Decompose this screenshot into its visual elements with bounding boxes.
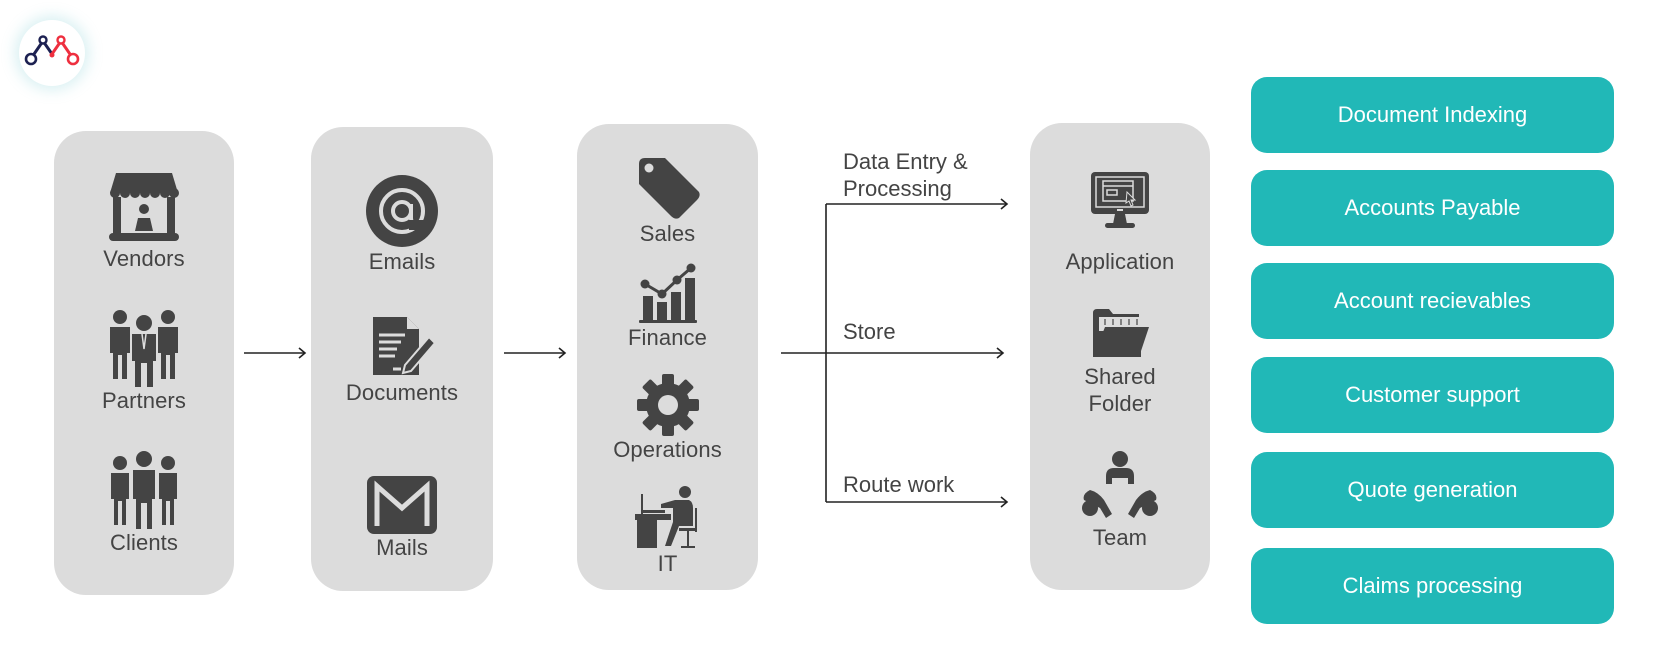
node-application[interactable]: Application	[1030, 172, 1210, 275]
service-claims-processing[interactable]: Claims processing	[1251, 548, 1614, 624]
flow-label-route-work: Route work	[843, 472, 955, 497]
arrow-departments-to-store	[781, 347, 1005, 359]
flow-label-line: Processing	[843, 176, 952, 201]
team-meeting-icon	[1082, 451, 1158, 518]
arrow-channels-to-departments	[504, 347, 567, 359]
node-team[interactable]: Team	[1030, 450, 1210, 551]
service-document-indexing[interactable]: Document Indexing	[1251, 77, 1614, 153]
monitor-app-icon	[1091, 172, 1149, 228]
service-quote-generation[interactable]: Quote generation	[1251, 452, 1614, 528]
service-account-receivables[interactable]: Account recievables	[1251, 263, 1614, 339]
flow-label-line: Data Entry &	[843, 149, 968, 174]
node-label: Application	[1065, 249, 1175, 274]
node-shared-folder[interactable]: Shared Folder	[1030, 309, 1210, 417]
arrow-route-work	[826, 496, 1009, 508]
node-label: Shared	[1084, 364, 1156, 389]
flow-label-store: Store	[843, 319, 896, 344]
service-customer-support[interactable]: Customer support	[1251, 357, 1614, 433]
arrow-sources-to-channels	[244, 347, 307, 359]
folder-open-icon	[1093, 309, 1149, 357]
destinations-panel: Application Shared Folder Team	[1030, 123, 1210, 590]
service-accounts-payable[interactable]: Accounts Payable	[1251, 170, 1614, 246]
node-label: Folder	[1088, 391, 1152, 416]
node-label: Team	[1092, 525, 1148, 550]
flow-label-data-entry: Data Entry & Processing	[843, 148, 968, 202]
